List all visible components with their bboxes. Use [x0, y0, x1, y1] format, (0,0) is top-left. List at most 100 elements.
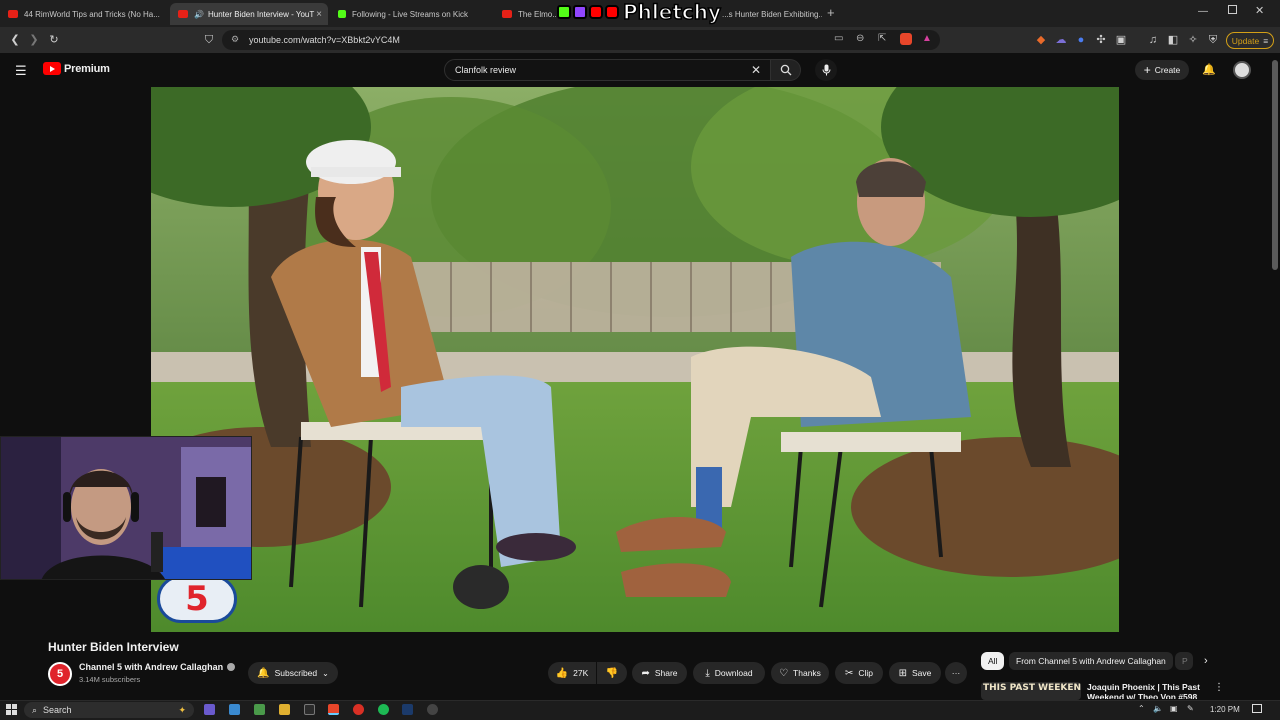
tab-rimworld[interactable]: 44 RimWorld Tips and Tricks (No Ha...	[8, 3, 168, 25]
reload-icon[interactable]: ↻	[47, 33, 61, 47]
brave-rewards-icon[interactable]: ▲	[922, 33, 932, 44]
browser-tab-strip: 44 RimWorld Tips and Tricks (No Ha... 🔊 …	[0, 0, 1280, 27]
search-button[interactable]	[771, 59, 801, 81]
save-label: Save	[912, 668, 932, 678]
taskbar-spotify-icon[interactable]	[378, 704, 389, 715]
recommendation-title[interactable]: Joaquin Phoenix | This Past Weekend w/ T…	[1087, 682, 1200, 699]
new-tab-button[interactable]: +	[827, 5, 835, 20]
notification-center-icon[interactable]	[1252, 704, 1262, 713]
avatar[interactable]	[1233, 61, 1251, 79]
save-button[interactable]: ⊞ Save	[889, 662, 941, 684]
recommendation-thumbnail[interactable]: THIS PAST WEEKEND	[981, 682, 1081, 700]
leo-ai-icon[interactable]: ✧	[1186, 33, 1200, 47]
site-info-icon[interactable]: ⚙	[231, 34, 239, 45]
share-page-icon[interactable]: ⇱	[878, 33, 886, 44]
youtube-logo-icon	[43, 62, 61, 75]
tab-elmo[interactable]: The Elmo...	[502, 3, 558, 25]
video-title: Hunter Biden Interview	[48, 640, 179, 654]
taskbar-steam-icon[interactable]	[402, 704, 413, 715]
youtube-favicon-icon	[8, 10, 18, 18]
brand-label: Premium	[64, 62, 110, 75]
forward-icon[interactable]: ❯	[27, 33, 41, 47]
tab-close-icon[interactable]: ×	[316, 9, 322, 20]
twitch-logo-icon	[573, 5, 587, 19]
search-icon	[780, 64, 791, 76]
kick-favicon-icon	[338, 10, 346, 18]
share-button[interactable]: ➦ Share	[632, 662, 687, 684]
taskbar-store-icon[interactable]	[254, 704, 265, 715]
like-button[interactable]: 👍 27K	[548, 662, 596, 684]
media-icon[interactable]: ♫	[1146, 33, 1160, 47]
windows-start-icon[interactable]	[6, 704, 17, 715]
chip-all[interactable]: All	[981, 652, 1005, 670]
page-scrollbar[interactable]	[1272, 60, 1278, 270]
taskbar-app-icon[interactable]	[427, 704, 438, 715]
thanks-label: Thanks	[793, 668, 821, 678]
search-input[interactable]: Clanfolk review ✕	[444, 59, 771, 81]
channel-avatar[interactable]: 5	[48, 662, 72, 686]
tray-network-icon[interactable]: ▣	[1170, 704, 1178, 713]
update-button[interactable]: Update ≡	[1226, 32, 1274, 49]
taskbar-search-box[interactable]: ⌕ Search ✦	[24, 702, 194, 718]
channel-name-link[interactable]: Channel 5 with Andrew Callaghan	[79, 662, 236, 672]
channel-name: Channel 5 with Andrew Callaghan	[79, 662, 224, 672]
clip-button[interactable]: ✂ Clip	[835, 662, 883, 684]
notifications-bell-icon[interactable]: 🔔	[1202, 63, 1216, 76]
tray-pen-icon[interactable]: ✎	[1187, 704, 1194, 713]
taskbar-brave-icon[interactable]	[328, 704, 339, 715]
hamburger-menu-icon[interactable]: ☰	[15, 63, 27, 79]
recommendation-title-line: Joaquin Phoenix | This Past	[1087, 682, 1200, 692]
taskbar-clock[interactable]: 1:20 PM	[1210, 705, 1240, 714]
back-icon[interactable]: ❮	[8, 33, 22, 47]
taskbar-obs-icon[interactable]	[353, 704, 364, 715]
extension-circle-icon[interactable]: ●	[1074, 33, 1088, 47]
tab-kick[interactable]: Following - Live Streams on Kick	[338, 3, 498, 25]
thanks-button[interactable]: ♡ Thanks	[771, 662, 829, 684]
plus-icon: +	[1143, 63, 1151, 77]
bookmark-icon[interactable]: ⛉	[202, 33, 216, 47]
taskbar-widget-icon[interactable]	[229, 704, 240, 715]
extension-cloud-icon[interactable]: ☁	[1054, 33, 1068, 47]
clear-search-icon[interactable]: ✕	[751, 63, 761, 77]
video-player[interactable]: 5	[151, 87, 1119, 632]
sidebar-icon[interactable]: ◧	[1166, 33, 1180, 47]
taskbar-copilot-icon[interactable]	[204, 704, 215, 715]
wallet-icon[interactable]: ▣	[1114, 33, 1128, 47]
youtube-premium-logo[interactable]: Premium	[43, 62, 110, 75]
download-label: Download	[714, 668, 753, 678]
tab-title: The Elmo...	[518, 9, 558, 19]
thumbs-up-icon: 👍	[555, 667, 569, 679]
extensions-puzzle-icon[interactable]: ✣	[1094, 33, 1108, 47]
address-bar[interactable]: ⚙ youtube.com/watch?v=XBbkt2vYC4M ▭ ⊖ ⇱ …	[222, 30, 940, 50]
tab-title: 44 RimWorld Tips and Tricks (No Ha...	[24, 9, 160, 19]
youtube-favicon-icon	[178, 10, 188, 18]
subscribed-button[interactable]: 🔔 Subscribed ⌄	[248, 662, 338, 684]
brave-shields-icon[interactable]	[900, 33, 912, 45]
zoom-icon[interactable]: ⊖	[856, 33, 864, 44]
create-button[interactable]: + Create	[1135, 60, 1189, 80]
youtube-logo-icon	[605, 5, 619, 19]
chip-next-arrow-icon[interactable]: ›	[1204, 655, 1208, 667]
recommendation-menu-icon[interactable]: ⋮	[1214, 682, 1224, 693]
tray-volume-icon[interactable]: 🔈	[1153, 704, 1163, 713]
youtube-logo-icon	[589, 5, 603, 19]
voice-search-button[interactable]	[815, 59, 837, 81]
tab-hunter-biden-exhibiting[interactable]: ...s Hunter Biden Exhibiting...	[722, 3, 822, 25]
tab-hunter-biden[interactable]: 🔊 Hunter Biden Interview - YouT ×	[170, 3, 328, 25]
extension-fox-icon[interactable]: ◆	[1034, 33, 1048, 47]
taskbar-terminal-icon[interactable]	[304, 704, 315, 715]
more-actions-button[interactable]: ···	[945, 662, 967, 684]
chip-partial[interactable]: P	[1175, 652, 1193, 670]
kick-logo-icon	[557, 5, 571, 19]
taskbar-explorer-icon[interactable]	[279, 704, 290, 715]
restore-icon[interactable]	[1228, 5, 1237, 14]
vpn-icon[interactable]: ⛨	[1206, 33, 1220, 47]
tray-chevron-up-icon[interactable]: ⌃	[1138, 704, 1145, 713]
channel-watermark-logo: 5	[157, 575, 237, 623]
close-window-icon[interactable]: ✕	[1255, 4, 1264, 17]
download-button[interactable]: ⤓ Download	[693, 662, 765, 684]
dislike-button[interactable]: 👎	[597, 662, 627, 684]
chip-from-channel[interactable]: From Channel 5 with Andrew Callaghan	[1009, 652, 1173, 670]
minimize-icon[interactable]: —	[1198, 6, 1208, 17]
cast-icon[interactable]: ▭	[834, 33, 843, 44]
